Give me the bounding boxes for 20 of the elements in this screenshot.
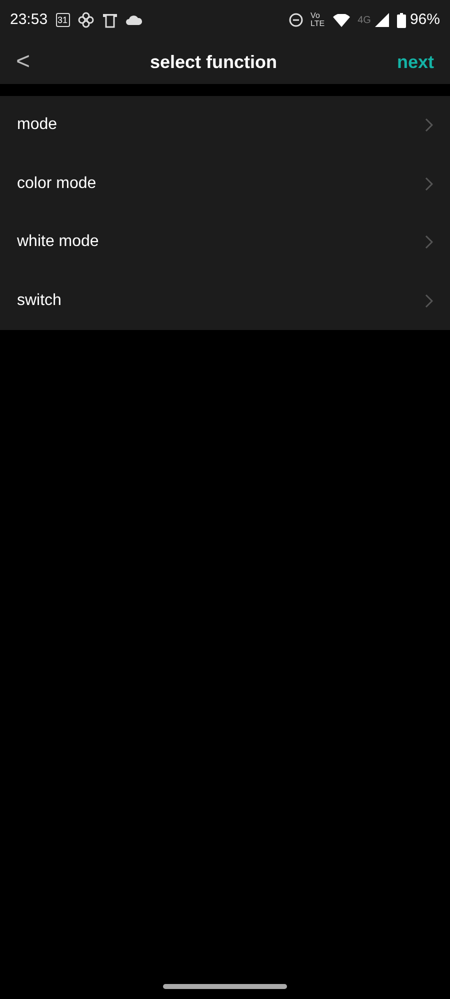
wifi-icon [332, 14, 350, 26]
volte-label: Vo LTE [310, 12, 325, 28]
next-button[interactable]: next [396, 48, 434, 76]
status-time: 23:53 [10, 10, 48, 30]
cloud-icon [126, 15, 142, 25]
do-not-disturb-icon [288, 13, 303, 27]
chevron-right-icon [425, 176, 433, 191]
battery-percent: 96% [410, 10, 440, 30]
network-type: 4G [358, 14, 371, 28]
battery-icon [396, 12, 406, 28]
signal-icon [374, 13, 389, 27]
device-icon [102, 12, 118, 28]
calendar-icon: 31 [56, 13, 70, 27]
fan-icon [78, 12, 94, 28]
chevron-right-icon [425, 294, 433, 308]
page-title: select function [150, 50, 278, 74]
chevron-right-icon [425, 235, 433, 250]
home-indicator[interactable] [163, 984, 287, 989]
back-button[interactable]: < [16, 50, 30, 74]
chevron-right-icon [425, 118, 433, 132]
